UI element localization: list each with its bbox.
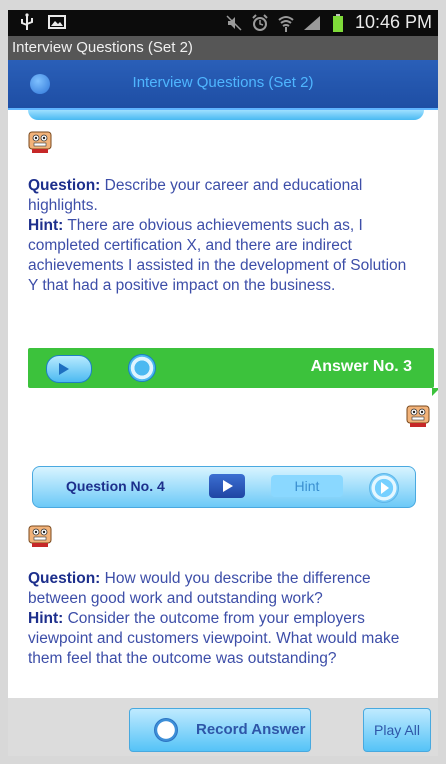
usb-icon: [18, 13, 36, 31]
play-hint-button[interactable]: [369, 473, 399, 503]
app-header: Interview Questions (Set 2): [8, 60, 438, 110]
robot-avatar-icon: [406, 405, 430, 427]
hint-button[interactable]: Hint: [271, 475, 343, 497]
question-bar: Question No. 4 Hint: [32, 466, 416, 508]
signal-icon: [303, 14, 321, 32]
mute-icon: [225, 14, 243, 32]
window-title: Interview Questions (Set 2): [8, 36, 438, 60]
question-label: Question:: [28, 177, 101, 194]
header-title: Interview Questions (Set 2): [132, 74, 314, 91]
image-icon: [48, 13, 66, 31]
bottom-bar: Record Answer Play All: [8, 698, 438, 756]
battery-icon: [329, 13, 347, 32]
record-answer-button[interactable]: Record Answer: [129, 708, 311, 752]
record-answer-label: Record Answer: [196, 721, 306, 738]
record-answer-circle-button[interactable]: [128, 354, 156, 382]
question-4-text: Question: How would you describe the dif…: [28, 569, 420, 669]
hint-text: There are obvious achievements such as, …: [28, 217, 407, 294]
status-time: 10:46 PM: [354, 12, 432, 32]
question-3-text: Question: Describe your career and educa…: [28, 176, 420, 296]
wifi-icon: [277, 14, 295, 32]
question-number-label: Question No. 4: [66, 478, 165, 494]
play-answer-button[interactable]: [46, 355, 92, 383]
hint-text: Consider the outcome from your employers…: [28, 610, 400, 667]
question-label: Question:: [28, 570, 101, 587]
play-icon: [381, 482, 389, 494]
hint-label: Hint:: [28, 217, 64, 234]
answer-bar: Answer No. 3: [28, 348, 438, 396]
play-all-button[interactable]: Play All: [363, 708, 431, 752]
play-icon: [59, 363, 69, 375]
status-bar: 10:46 PM: [8, 10, 438, 36]
robot-avatar-icon: [28, 131, 52, 153]
bubble-tail: [432, 388, 438, 396]
play-icon: [223, 480, 233, 492]
record-icon: [154, 718, 178, 742]
play-question-button[interactable]: [209, 474, 245, 498]
phone-screen: 10:46 PM Interview Questions (Set 2) Int…: [8, 10, 438, 756]
robot-avatar-icon: [28, 525, 52, 547]
answer-label: Answer No. 3: [310, 358, 412, 375]
previous-bubble-edge: [28, 110, 424, 120]
hint-label: Hint:: [28, 610, 64, 627]
alarm-icon: [251, 13, 269, 32]
